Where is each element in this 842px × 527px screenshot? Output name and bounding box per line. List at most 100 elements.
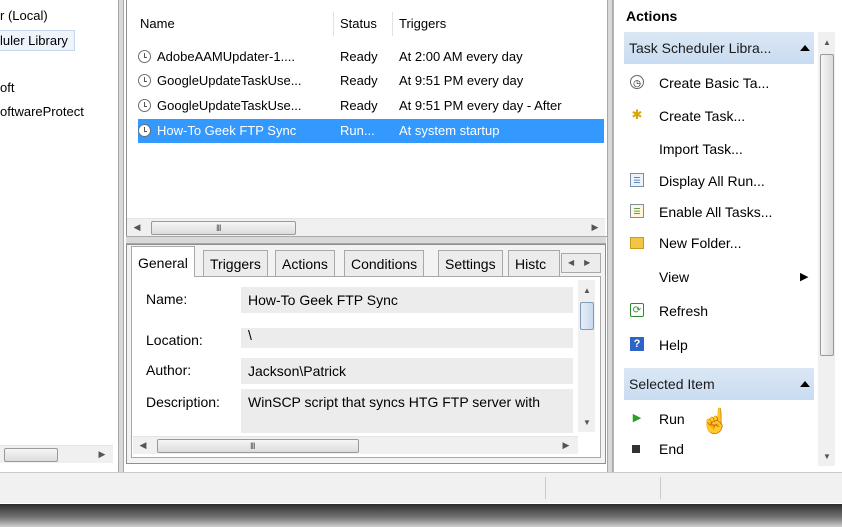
tab-scroll-left-icon[interactable]: ◀ (568, 258, 574, 267)
refresh-icon: ⟳ (630, 303, 644, 317)
column-header-name[interactable]: Name (134, 12, 334, 36)
task-status: Run... (340, 123, 375, 138)
left-splitter[interactable] (118, 0, 124, 472)
tab-settings[interactable]: Settings (438, 250, 503, 276)
action-create-task[interactable]: ✱ Create Task... (624, 101, 814, 131)
window-bottom-edge (0, 504, 842, 527)
run-icon: ▶ (632, 412, 642, 424)
action-label: Help (659, 337, 688, 353)
actions-title: Actions (626, 8, 678, 24)
task-name: GoogleUpdateTaskUse... (157, 98, 302, 113)
details-horizontal-scrollbar[interactable]: ◀ III ▶ (133, 436, 578, 454)
task-row-selected[interactable]: How-To Geek FTP Sync Run... At system st… (138, 119, 604, 143)
task-name: GoogleUpdateTaskUse... (157, 73, 302, 88)
task-trigger: At system startup (399, 123, 500, 138)
details-vertical-scrollbar[interactable]: ▲ ▼ (578, 280, 595, 432)
scroll-left-arrow-icon[interactable]: ◀ (135, 437, 151, 454)
action-view[interactable]: View ▶ (624, 262, 814, 292)
actions-vertical-scrollbar[interactable]: ▲ ▼ (818, 32, 835, 466)
section-task-scheduler-library[interactable]: Task Scheduler Libra... (624, 32, 814, 64)
action-display-all-running[interactable]: ☰ Display All Run... (624, 166, 814, 196)
collapse-icon[interactable] (800, 45, 810, 51)
scroll-up-arrow-icon[interactable]: ▲ (579, 282, 595, 299)
action-import-task[interactable]: Import Task... (624, 134, 814, 164)
details-scroll-thumb[interactable] (580, 302, 594, 330)
tree-item-software-protection[interactable]: oftwareProtect (0, 104, 84, 119)
task-trigger: At 9:51 PM every day - After (399, 98, 562, 113)
action-new-folder[interactable]: New Folder... (624, 228, 814, 258)
tree-scroll-thumb[interactable] (4, 448, 58, 462)
status-divider (545, 477, 546, 499)
section-label: Task Scheduler Libra... (629, 40, 772, 56)
task-row[interactable]: AdobeAAMUpdater-1.... Ready At 2:00 AM e… (138, 45, 604, 69)
history-icon: ☰ (630, 204, 644, 218)
scroll-grip: III (250, 441, 255, 451)
scroll-down-arrow-icon[interactable]: ▼ (819, 448, 835, 465)
scroll-grip: III (216, 223, 221, 233)
tab-triggers[interactable]: Triggers (203, 250, 268, 276)
action-enable-all-tasks[interactable]: ☰ Enable All Tasks... (624, 197, 814, 227)
tab-conditions[interactable]: Conditions (344, 250, 425, 276)
task-icon: ✱ (631, 107, 643, 122)
task-trigger: At 9:51 PM every day (399, 73, 524, 88)
scroll-left-arrow-icon[interactable]: ◀ (129, 219, 145, 236)
folder-tree: r (Local) luler Library oft oftwareProte… (0, 0, 119, 472)
task-name: AdobeAAMUpdater-1.... (157, 49, 296, 64)
author-label: Author: (146, 362, 192, 378)
hand-cursor-icon: ☝ (700, 408, 730, 435)
help-icon: ? (630, 337, 644, 351)
tab-scroll-right-icon[interactable]: ▶ (584, 258, 590, 267)
task-list-scroll-thumb[interactable]: III (151, 221, 296, 235)
task-row[interactable]: GoogleUpdateTaskUse... Ready At 9:51 PM … (138, 69, 604, 93)
wizard-icon: ◷ (630, 75, 644, 89)
section-selected-item[interactable]: Selected Item (624, 368, 814, 400)
folder-icon (630, 237, 644, 249)
task-trigger: At 2:00 AM every day (399, 49, 523, 64)
collapse-icon[interactable] (800, 381, 810, 387)
actions-scroll-thumb[interactable] (820, 54, 834, 356)
tree-item-local[interactable]: r (Local) (0, 8, 48, 23)
column-header-status[interactable]: Status (334, 12, 393, 36)
task-name: How-To Geek FTP Sync (157, 123, 297, 138)
action-create-basic-task[interactable]: ◷ Create Basic Ta... (624, 68, 814, 98)
scroll-right-arrow-icon[interactable]: ▶ (558, 437, 574, 454)
scroll-right-arrow-icon[interactable]: ▶ (94, 446, 110, 463)
scroll-up-arrow-icon[interactable]: ▲ (819, 34, 835, 51)
action-label: Enable All Tasks... (659, 204, 773, 220)
scroll-right-arrow-icon[interactable]: ▶ (587, 219, 603, 236)
tree-item-scheduler-library[interactable]: luler Library (0, 30, 75, 51)
action-label: Display All Run... (659, 173, 765, 189)
task-status: Ready (340, 98, 378, 113)
task-list-horizontal-scrollbar[interactable]: ◀ III ▶ (127, 218, 605, 236)
action-label: Create Basic Ta... (659, 75, 770, 91)
action-label: Refresh (659, 303, 709, 319)
details-scroll-thumb[interactable]: III (157, 439, 359, 453)
clock-icon (138, 99, 151, 112)
action-help[interactable]: ? Help (624, 330, 814, 360)
tab-actions[interactable]: Actions (275, 250, 335, 276)
author-field[interactable]: Jackson\Patrick (241, 358, 573, 384)
running-tasks-icon: ☰ (630, 173, 644, 187)
tree-item-microsoft[interactable]: oft (0, 80, 14, 95)
scroll-down-arrow-icon[interactable]: ▼ (579, 414, 595, 431)
tab-scroll-buttons[interactable]: ◀ ▶ (561, 253, 601, 273)
task-row[interactable]: GoogleUpdateTaskUse... Ready At 9:51 PM … (138, 94, 604, 118)
task-status: Ready (340, 73, 378, 88)
tab-general[interactable]: General (131, 246, 195, 277)
tree-horizontal-scrollbar[interactable]: ▶ (0, 445, 113, 463)
name-label: Name: (146, 291, 188, 307)
column-header-triggers[interactable]: Triggers (393, 12, 603, 36)
location-field[interactable]: \ (241, 328, 573, 348)
end-icon (632, 445, 640, 453)
action-label: Import Task... (659, 141, 743, 157)
name-field[interactable]: How-To Geek FTP Sync (241, 287, 573, 313)
status-bar (0, 472, 842, 503)
tab-history[interactable]: Histc (508, 250, 560, 276)
status-divider (660, 477, 661, 499)
action-label: New Folder... (659, 235, 742, 251)
horizontal-splitter[interactable] (126, 236, 606, 244)
description-field[interactable]: WinSCP script that syncs HTG FTP server … (241, 389, 573, 433)
action-end[interactable]: End (624, 434, 814, 464)
action-refresh[interactable]: ⟳ Refresh (624, 296, 814, 326)
action-label: End (659, 441, 684, 457)
